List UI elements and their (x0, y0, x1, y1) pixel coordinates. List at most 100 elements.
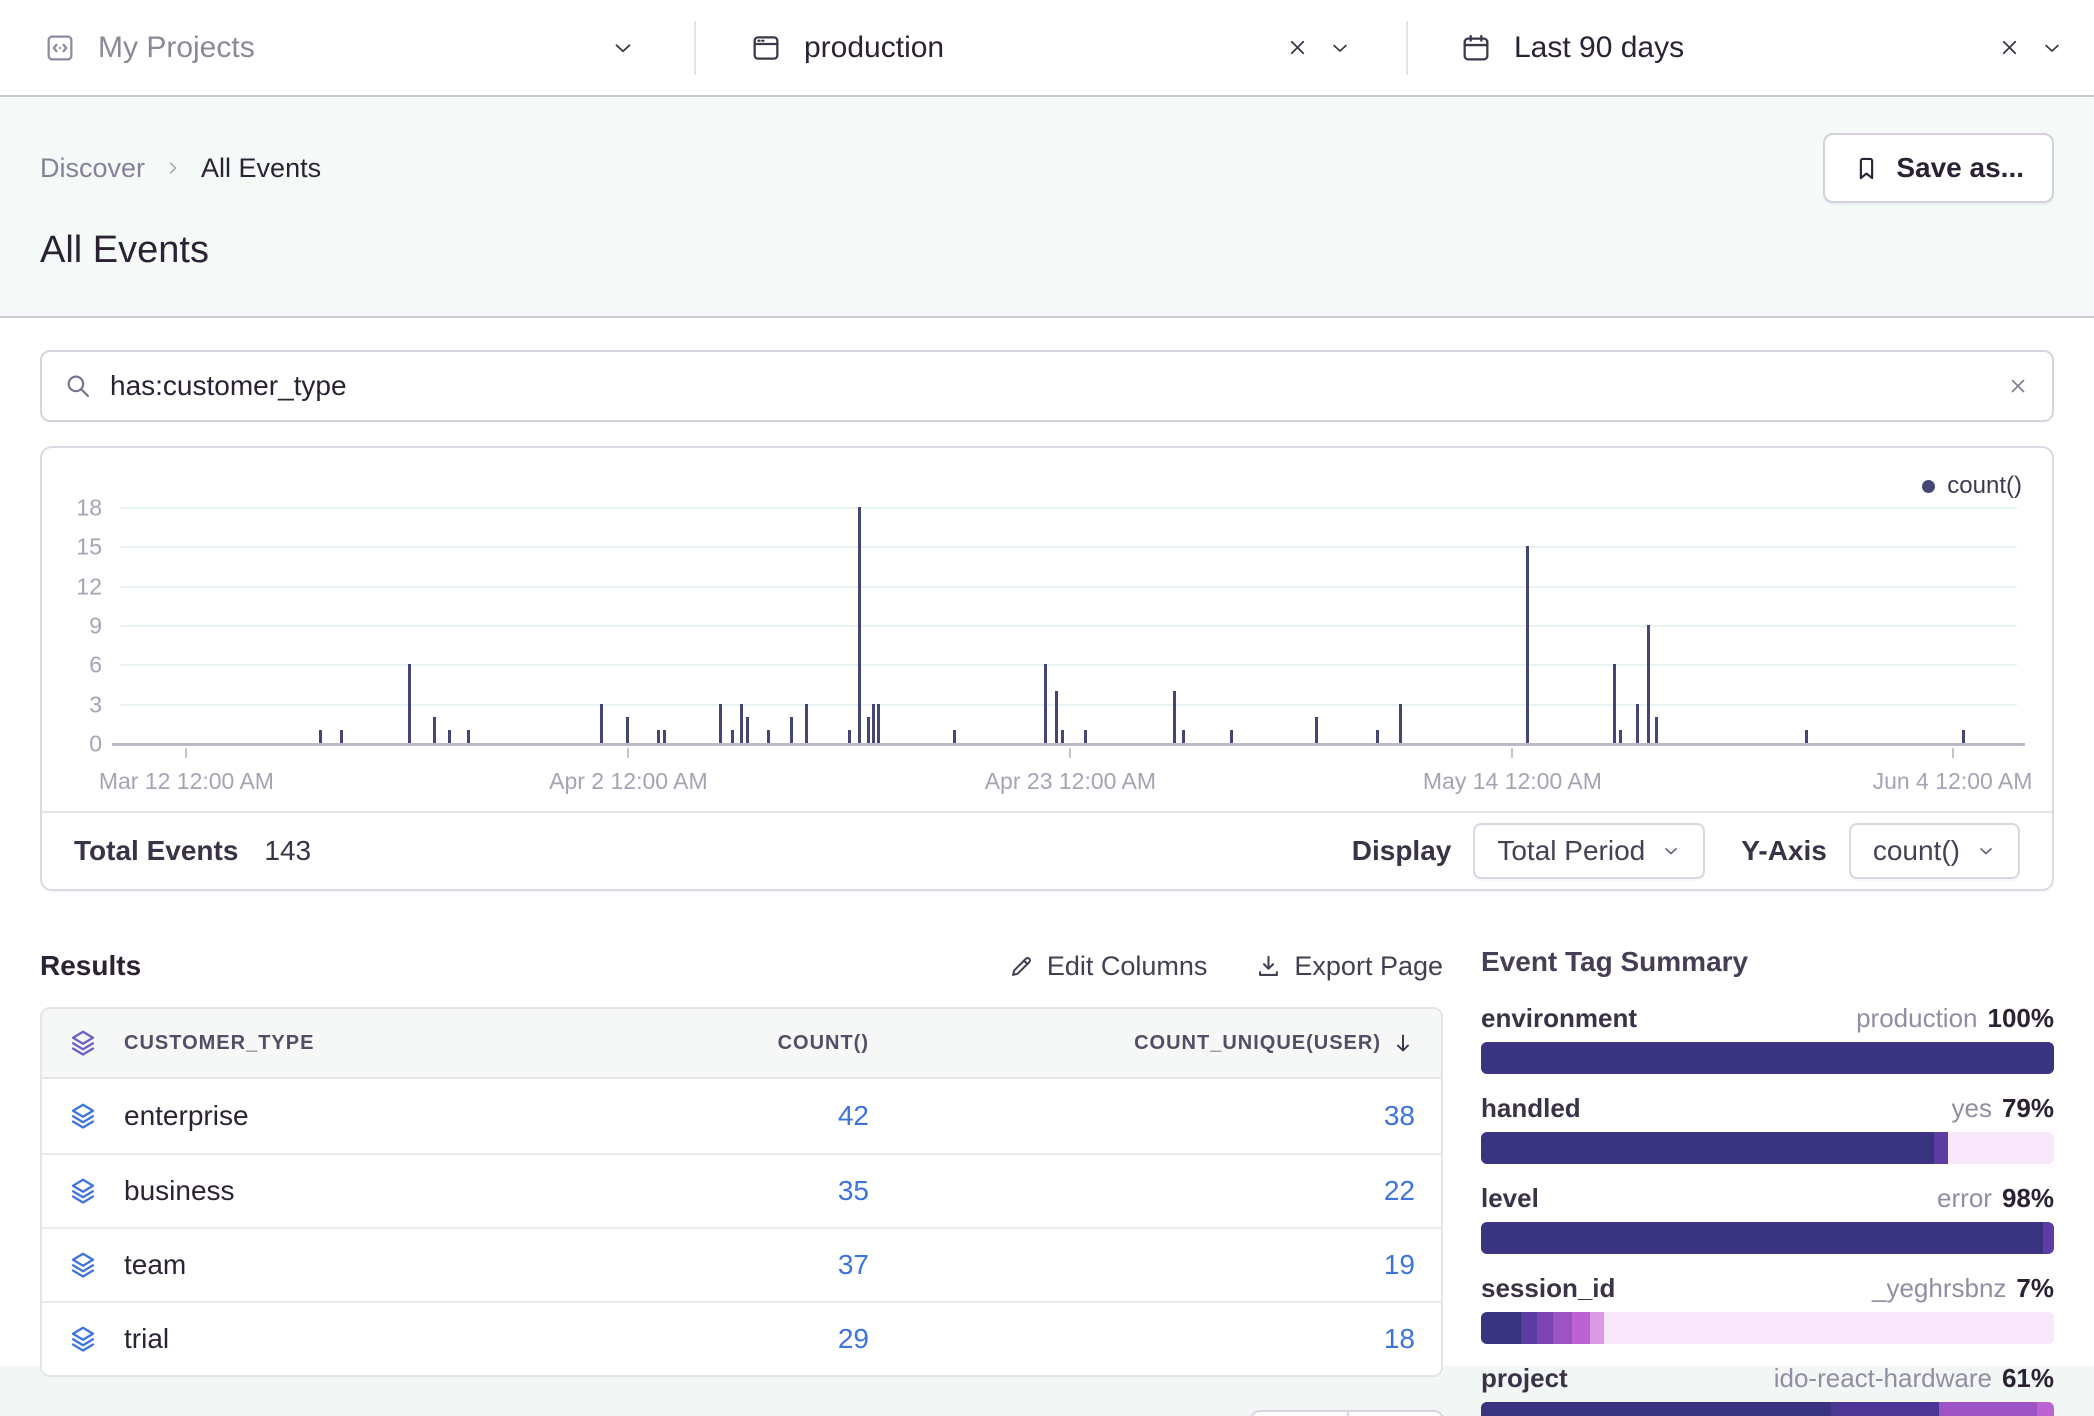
y-axis-tick-label: 12 (76, 573, 102, 600)
cell-count[interactable]: 37 (569, 1249, 869, 1281)
tag-distribution-bar[interactable] (1481, 1402, 2054, 1416)
breadcrumb-discover-link[interactable]: Discover (40, 153, 145, 184)
tag-bar-segment[interactable] (1948, 1132, 2054, 1164)
project-filter[interactable]: My Projects (0, 0, 694, 95)
tag-list: environmentproduction100%handledyes79%le… (1481, 1003, 2054, 1416)
chart-bar (1655, 717, 1658, 743)
tag-distribution-bar[interactable] (1481, 1222, 2054, 1254)
column-header-count-unique[interactable]: COUNT_UNIQUE(USER) (895, 1031, 1415, 1055)
breadcrumb-chevron-icon (163, 158, 183, 178)
chart-bar (340, 730, 343, 743)
legend-dot-icon (1922, 480, 1935, 493)
tag-bar-segment[interactable] (1481, 1042, 2054, 1074)
stack-icon (68, 1028, 98, 1058)
tag-distribution-bar[interactable] (1481, 1042, 2054, 1074)
tag-distribution-bar[interactable] (1481, 1312, 2054, 1344)
chart-bar (448, 730, 451, 743)
clear-date-icon[interactable] (1997, 35, 2022, 60)
tag-bar-segment[interactable] (1521, 1312, 1537, 1344)
window-icon (750, 32, 782, 64)
tag-bar-segment[interactable] (1553, 1312, 1571, 1344)
tag-bar-segment[interactable] (1590, 1312, 1604, 1344)
chart-bar (731, 730, 734, 743)
tag-bar-segment[interactable] (2043, 1222, 2054, 1254)
edit-columns-button[interactable]: Edit Columns (1008, 951, 1208, 982)
y-axis-tick-label: 3 (89, 691, 102, 718)
y-axis-tick-label: 18 (76, 495, 102, 522)
export-page-button[interactable]: Export Page (1255, 951, 1443, 982)
gridline (120, 704, 2017, 706)
tag-bar-segment[interactable] (1831, 1402, 1940, 1416)
gridline (120, 664, 2017, 666)
cell-count[interactable]: 35 (569, 1175, 869, 1207)
stack-icon (68, 1324, 98, 1354)
cell-count-unique[interactable]: 18 (895, 1323, 1415, 1355)
tag-bar-segment[interactable] (1939, 1402, 2036, 1416)
tag-entry-handled: handledyes79% (1481, 1093, 2054, 1164)
tag-bar-segment[interactable] (1537, 1312, 1553, 1344)
tag-top-percentage: 79% (2002, 1093, 2054, 1124)
tag-bar-segment[interactable] (1481, 1312, 1521, 1344)
tag-top-percentage: 98% (2002, 1183, 2054, 1214)
x-axis-tick (1952, 748, 1954, 758)
display-select[interactable]: Total Period (1473, 823, 1705, 879)
table-row[interactable]: enterprise4238 (42, 1079, 1441, 1153)
table-row[interactable]: team3719 (42, 1227, 1441, 1301)
cell-count[interactable]: 29 (569, 1323, 869, 1355)
chart-bar (872, 704, 875, 743)
discover-page: My Projects production (0, 0, 2094, 1416)
save-as-label: Save as... (1896, 152, 2024, 184)
chevron-down-icon[interactable] (1328, 36, 1352, 60)
tag-entry-level: levelerror98% (1481, 1183, 2054, 1254)
chart-bar (663, 730, 666, 743)
cell-count-unique[interactable]: 19 (895, 1249, 1415, 1281)
table-row[interactable]: business3522 (42, 1153, 1441, 1227)
chart-legend[interactable]: count() (1922, 472, 2022, 500)
tag-bar-segment[interactable] (1481, 1402, 1831, 1416)
previous-page-button[interactable] (1252, 1412, 1347, 1416)
chevron-down-icon[interactable] (610, 35, 636, 61)
chevron-down-icon[interactable] (2040, 36, 2064, 60)
tag-bar-segment[interactable] (1481, 1132, 1934, 1164)
environment-filter-label: production (804, 31, 944, 65)
chart-bar (719, 704, 722, 743)
stack-icon (68, 1101, 98, 1131)
stack-icon (68, 1250, 98, 1280)
tag-bar-segment[interactable] (1572, 1312, 1590, 1344)
environment-filter[interactable]: production (696, 0, 1406, 95)
chart-bar (790, 717, 793, 743)
table-row[interactable]: trial2918 (42, 1301, 1441, 1375)
tag-distribution-bar[interactable] (1481, 1132, 2054, 1164)
tag-bar-segment[interactable] (1934, 1132, 1948, 1164)
tag-bar-segment[interactable] (1604, 1312, 2054, 1344)
project-filter-label: My Projects (98, 31, 255, 65)
date-range-filter[interactable]: Last 90 days (1408, 0, 2094, 95)
x-axis-tick-label: Jun 4 12:00 AM (1873, 768, 2033, 795)
download-icon (1255, 953, 1282, 980)
column-header-customer-type[interactable]: CUSTOMER_TYPE (124, 1032, 543, 1055)
breadcrumb: Discover All Events (40, 153, 321, 184)
chart-bar (1376, 730, 1379, 743)
yaxis-select[interactable]: count() (1849, 823, 2020, 879)
chart-bar (1526, 546, 1529, 743)
clear-environment-icon[interactable] (1285, 35, 1310, 60)
chart-footer: Total Events 143 Display Total Period Y-… (42, 811, 2052, 889)
main-content: count() 0369121518Mar 12 12:00 AMApr 2 1… (0, 318, 2094, 1366)
chart-plot: 0369121518Mar 12 12:00 AMApr 2 12:00 AMA… (120, 508, 2017, 744)
cell-count-unique[interactable]: 38 (895, 1100, 1415, 1132)
calendar-icon (1460, 32, 1492, 64)
next-page-button[interactable] (1347, 1412, 1442, 1416)
cell-count[interactable]: 42 (569, 1100, 869, 1132)
legend-label: count() (1947, 472, 2022, 500)
clear-search-icon[interactable] (2006, 374, 2030, 398)
tag-bar-segment[interactable] (1481, 1222, 2043, 1254)
column-header-count[interactable]: COUNT() (569, 1032, 869, 1055)
bookmark-icon (1853, 155, 1880, 182)
search-input[interactable] (110, 370, 1988, 402)
save-as-button[interactable]: Save as... (1823, 133, 2054, 203)
cell-count-unique[interactable]: 22 (895, 1175, 1415, 1207)
chart-bar (1173, 691, 1176, 743)
tag-bar-segment[interactable] (2037, 1402, 2054, 1416)
chart-bar (1636, 704, 1639, 743)
chart-bar (1055, 691, 1058, 743)
